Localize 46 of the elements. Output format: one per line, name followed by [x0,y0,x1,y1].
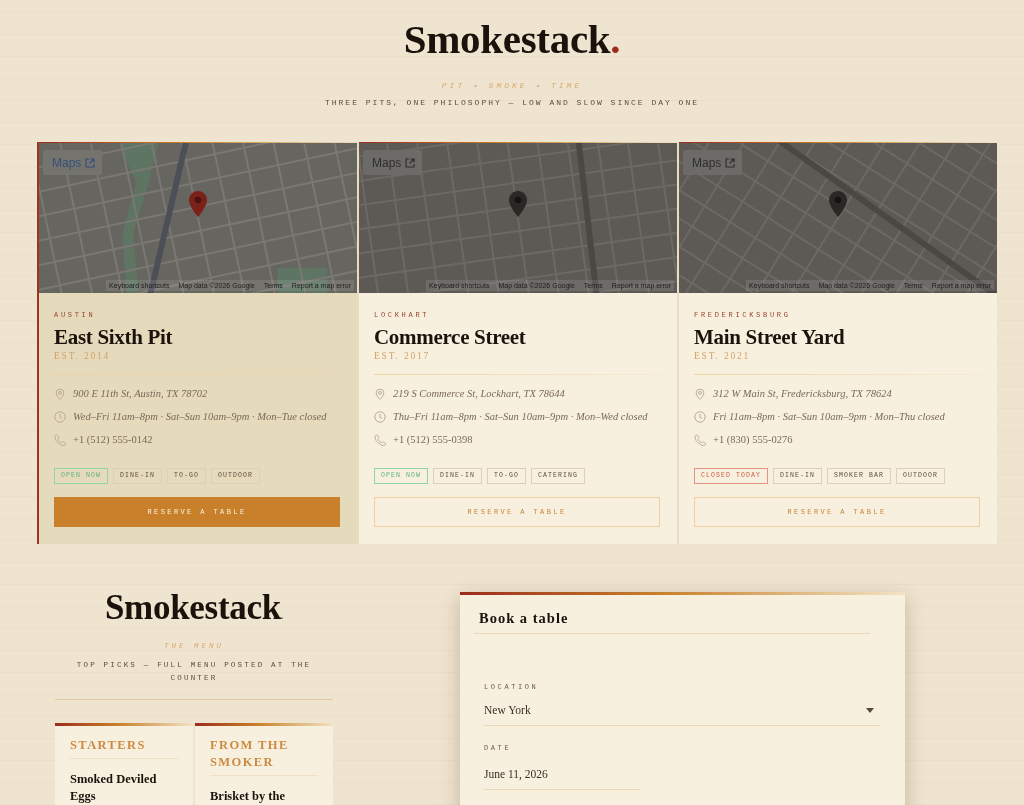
map-pin-icon [189,191,207,217]
caret-down-icon [866,707,874,713]
established-year: EST. 2021 [694,350,751,362]
date-field[interactable]: June 11, 2026 [484,764,640,790]
hours-text: Fri 11am–8pm · Sat–Sun 10am–9pm · Mon–Thu closed [713,410,945,424]
external-link-icon [725,157,736,168]
established-year: EST. 2017 [374,350,431,362]
established-year: EST. 2014 [54,350,111,362]
phone-icon [374,434,386,446]
address-text: 900 E 11th St, Austin, TX 78702 [73,387,208,401]
phone-text: +1 (512) 555-0398 [393,433,473,447]
map-pin-icon [829,191,847,217]
location-name: East Sixth Pit [54,325,173,349]
location-pin-icon [54,388,66,400]
hours-text: Wed–Fri 11am–8pm · Sat–Sun 10am–9pm · Mon–Tue closed [73,410,327,424]
location-pin-icon [694,388,706,400]
phone-text: +1 (830) 555-0276 [713,433,793,447]
section-title: STARTERS [70,737,146,754]
form-title: Book a table [474,609,870,634]
maps-button[interactable]: Maps [683,150,743,175]
address-text: 219 S Commerce St, Lockhart, TX 78644 [393,387,565,401]
phone-icon [54,434,66,446]
external-link-icon [85,157,96,168]
maps-button[interactable]: Maps [363,150,423,175]
subtitle: THREE PITS, ONE PHILOSOPHY — LOW AND SLOW SINCE DAY ONE [324,98,699,108]
clock-icon [374,411,386,423]
maps-button[interactable]: Maps [43,150,103,175]
tagline: PIT • SMOKE • TIME [441,81,583,91]
section-title: FROM THE SMOKER [210,737,290,771]
brand-logo: Smokestack. [403,15,621,63]
clock-icon [694,411,706,423]
hours-text: Thu–Fri 11am–8pm · Sat–Sun 10am–9pm · Mon–Wed closed [393,410,648,424]
location-name: Main Street Yard [694,325,845,349]
address-text: 312 W Main St, Fredericksburg, TX 78624 [713,387,892,401]
menu-logo: Smokestack. [104,588,284,629]
dish-name: Brisket by the [210,788,285,805]
location-name: Commerce Street [374,325,526,349]
location-pin-icon [374,388,386,400]
location-card[interactable] [37,142,357,544]
phone-text: +1 (512) 555-0142 [73,433,153,447]
map-pin-icon [509,191,527,217]
phone-icon [694,434,706,446]
location-select[interactable]: New York [484,700,880,726]
external-link-icon [405,157,416,168]
dish-name: Smoked Deviled Eggs [70,771,158,805]
clock-icon [54,411,66,423]
